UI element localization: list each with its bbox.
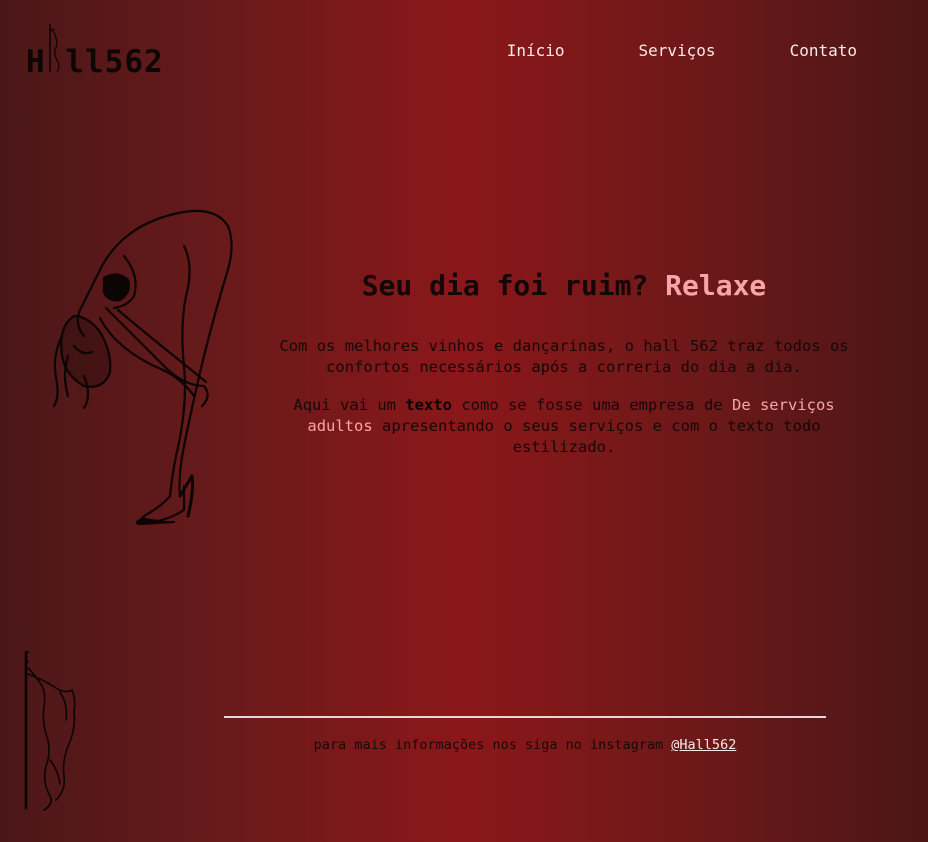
- hero-title-main: Seu dia foi ruim?: [361, 269, 666, 302]
- dancer-illustration: [52, 209, 233, 526]
- footer-text: para mais informações nos siga no instag…: [224, 737, 826, 753]
- hero-paragraph-2-bold: texto: [405, 396, 453, 414]
- footer-divider: [224, 716, 826, 718]
- hero-title-accent: Relaxe: [665, 269, 767, 302]
- hero-title: Seu dia foi ruim? Relaxe: [270, 266, 858, 306]
- hero-paragraph-2: Aqui vai um texto como se fosse uma empr…: [270, 395, 858, 458]
- instagram-link[interactable]: @Hall562: [671, 737, 736, 753]
- hero-paragraph-2-part1: Aqui vai um: [293, 396, 406, 414]
- hero-paragraph-2-part2: como se fosse uma empresa de: [452, 396, 732, 414]
- hero-section: Seu dia foi ruim? Relaxe Com os melhores…: [270, 266, 858, 458]
- nav-inicio[interactable]: Início: [507, 41, 565, 60]
- nav-contato[interactable]: Contato: [790, 41, 857, 60]
- nav-servicos[interactable]: Serviços: [639, 41, 716, 60]
- pole-dancer-icon: [49, 24, 60, 72]
- main-nav: Início Serviços Contato: [507, 41, 857, 60]
- hero-paragraph-1: Com os melhores vinhos e dançarinas, o h…: [279, 337, 849, 376]
- hero-paragraph-2-part3: apresentando o seus serviços e com o tex…: [372, 417, 821, 456]
- footer-message: para mais informações nos siga no instag…: [313, 737, 672, 753]
- pole-dancer-illustration: [24, 650, 76, 811]
- logo[interactable]: H ll562: [26, 24, 164, 78]
